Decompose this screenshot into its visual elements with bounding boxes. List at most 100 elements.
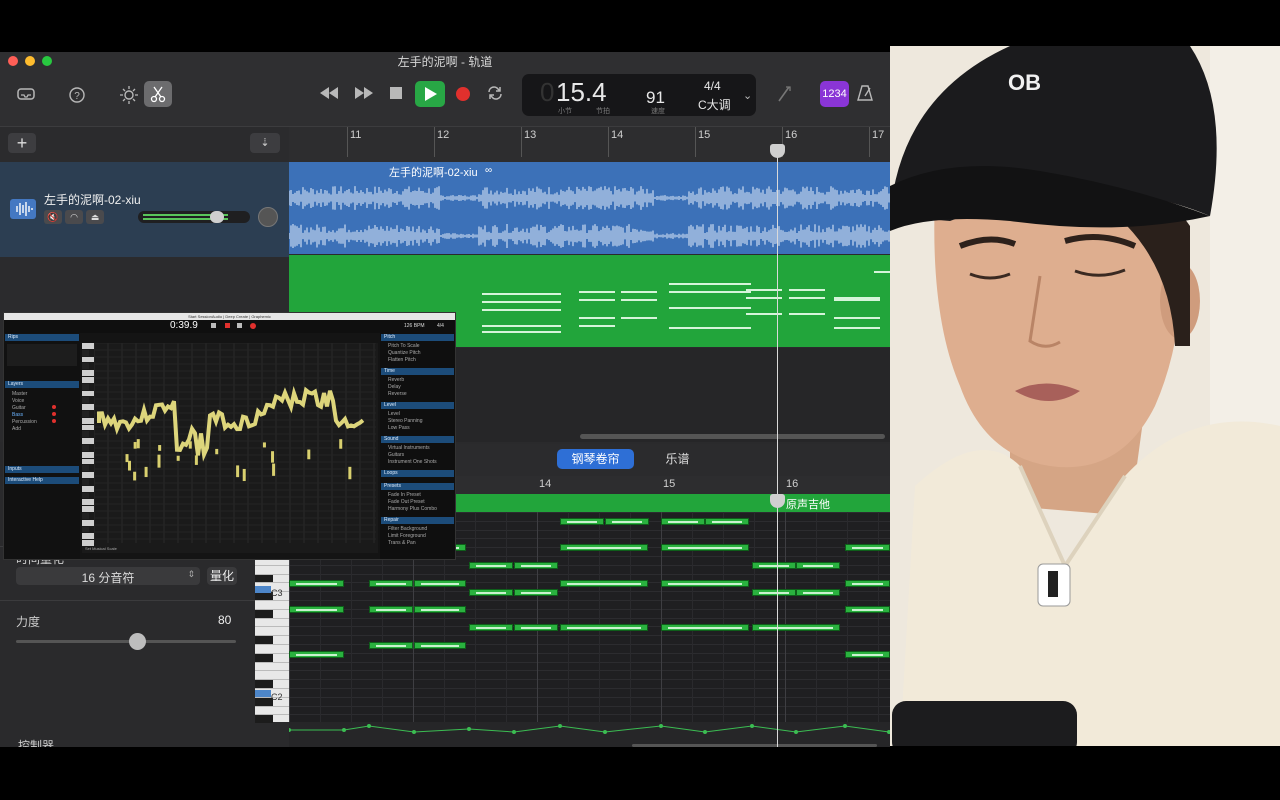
editor-scrollbar[interactable] <box>632 744 877 747</box>
layer-record-dot[interactable] <box>52 419 56 423</box>
timeline-ruler[interactable]: 11 12 13 14 15 16 17 <box>289 127 890 163</box>
volume-knob[interactable] <box>210 211 224 223</box>
effects-item[interactable]: Quantize Pitch <box>388 350 421 356</box>
midi-note[interactable] <box>289 651 344 658</box>
midi-note[interactable] <box>469 624 513 631</box>
effects-item[interactable]: Fade In Preset <box>388 492 421 498</box>
velocity-slider[interactable] <box>16 633 236 650</box>
fast-forward-icon[interactable] <box>353 86 375 105</box>
layer-item[interactable]: Guitar <box>12 405 26 411</box>
effects-item[interactable]: Limit Foreground <box>388 533 426 539</box>
effects-item[interactable]: Level <box>388 411 400 417</box>
help-icon[interactable]: ? <box>68 86 86 109</box>
midi-note[interactable] <box>369 606 413 613</box>
inputs-header[interactable]: Inputs <box>5 466 79 473</box>
record-icon[interactable] <box>225 323 230 328</box>
rewind-icon[interactable] <box>318 86 340 105</box>
midi-note[interactable] <box>289 606 344 613</box>
metronome-icon[interactable] <box>857 84 873 107</box>
midi-note[interactable] <box>661 518 705 525</box>
catch-playhead-button[interactable]: ⇣ <box>250 133 280 153</box>
stop-icon[interactable] <box>390 87 402 99</box>
midi-note[interactable] <box>560 544 648 551</box>
effects-item[interactable]: Instrument One Shots <box>388 459 437 465</box>
effects-section-header[interactable]: Time <box>381 368 454 375</box>
midi-note[interactable] <box>752 624 840 631</box>
midi-note[interactable] <box>845 544 890 551</box>
effects-item[interactable]: Fade Out Preset <box>388 499 425 505</box>
interactive-help-header[interactable]: Interactive Help <box>5 477 79 484</box>
effects-item[interactable]: Filter Background <box>388 526 427 532</box>
midi-note[interactable] <box>560 624 648 631</box>
headphones-icon[interactable]: ◠ <box>65 210 83 224</box>
record-icon[interactable] <box>250 323 256 329</box>
black-key[interactable] <box>255 680 273 688</box>
effects-item[interactable]: Trans & Pan <box>388 540 416 546</box>
layer-item[interactable]: Add <box>12 426 21 432</box>
effects-section-header[interactable]: Presets <box>381 483 454 490</box>
midi-note[interactable] <box>845 651 890 658</box>
black-key[interactable] <box>255 715 273 724</box>
chevron-down-icon[interactable]: ⌄ <box>743 89 752 102</box>
cycle-icon[interactable] <box>486 85 504 106</box>
floating-title-bar[interactable]: Start SessionAudio | Deep Create | Graph… <box>4 313 455 320</box>
midi-note[interactable] <box>414 606 466 613</box>
effects-item[interactable]: Virtual Instruments <box>388 445 430 451</box>
effects-section-header[interactable]: Pitch <box>381 334 454 341</box>
effects-item[interactable]: Reverb <box>388 377 404 383</box>
playhead[interactable] <box>777 147 778 747</box>
midi-note[interactable] <box>845 606 890 613</box>
tab-piano-roll[interactable]: 钢琴卷帘 <box>557 449 634 469</box>
midi-note[interactable] <box>752 562 796 569</box>
layer-record-dot[interactable] <box>52 405 56 409</box>
mute-speaker-icon[interactable]: 🔇 <box>44 210 62 224</box>
midi-note[interactable] <box>796 562 840 569</box>
add-track-button[interactable]: + <box>8 133 36 153</box>
midi-note[interactable] <box>414 642 466 649</box>
effects-section-header[interactable]: Loops <box>381 470 454 477</box>
track-header[interactable]: 左手的泥啊-02-xiu 🔇 ◠ ⏏ <box>0 162 289 257</box>
horizontal-scrollbar[interactable] <box>580 434 885 439</box>
effects-section-header[interactable]: Sound <box>381 436 454 443</box>
midi-note[interactable] <box>560 580 648 587</box>
layer-item[interactable]: Voice <box>12 398 24 404</box>
tab-score[interactable]: 乐谱 <box>639 449 716 469</box>
effects-item[interactable]: Flatten Pitch <box>388 357 416 363</box>
layer-item[interactable]: Bass <box>12 412 23 418</box>
pause-icon[interactable] <box>237 323 242 328</box>
volume-slider[interactable] <box>138 211 250 223</box>
midi-note[interactable] <box>560 518 604 525</box>
count-in-button[interactable]: 1234 <box>820 81 849 107</box>
midi-note[interactable] <box>289 580 344 587</box>
midi-note[interactable] <box>661 580 749 587</box>
lcd-display[interactable]: 0 15.4 小节 节拍 91 速度 4/4 C大调 ⌄ <box>522 74 756 116</box>
audio-region[interactable]: 左手的泥啊-02-xiu ∞ <box>289 162 890 254</box>
effects-item[interactable]: Low Pass <box>388 425 410 431</box>
midi-note[interactable] <box>661 624 749 631</box>
midi-note[interactable] <box>514 589 558 596</box>
midi-note[interactable] <box>705 518 749 525</box>
midi-note[interactable] <box>514 624 558 631</box>
rips-header[interactable]: Rips <box>5 334 79 341</box>
layers-header[interactable]: Layers <box>5 381 79 388</box>
smart-controls-icon[interactable] <box>119 85 139 110</box>
layer-item[interactable]: Master <box>12 391 27 397</box>
layer-item[interactable]: Percussion <box>12 419 37 425</box>
midi-note[interactable] <box>796 589 840 596</box>
midi-note[interactable] <box>469 589 513 596</box>
stop-icon[interactable] <box>211 323 216 328</box>
midi-note[interactable] <box>845 580 890 587</box>
quantize-button[interactable]: 量化 <box>207 567 237 585</box>
midi-note[interactable] <box>605 518 649 525</box>
midi-note[interactable] <box>661 544 749 551</box>
midi-note[interactable] <box>369 580 413 587</box>
midi-note[interactable] <box>514 562 558 569</box>
pan-knob[interactable] <box>258 207 278 227</box>
inbox-icon[interactable] <box>16 86 36 107</box>
effects-item[interactable]: Guitars <box>388 452 404 458</box>
layer-record-dot[interactable] <box>52 412 56 416</box>
pitch-editor[interactable]: Set Musical Scale <box>82 343 378 553</box>
black-key[interactable] <box>255 636 273 644</box>
record-enable-icon[interactable]: ⏏ <box>86 210 104 224</box>
black-key[interactable] <box>255 609 273 618</box>
